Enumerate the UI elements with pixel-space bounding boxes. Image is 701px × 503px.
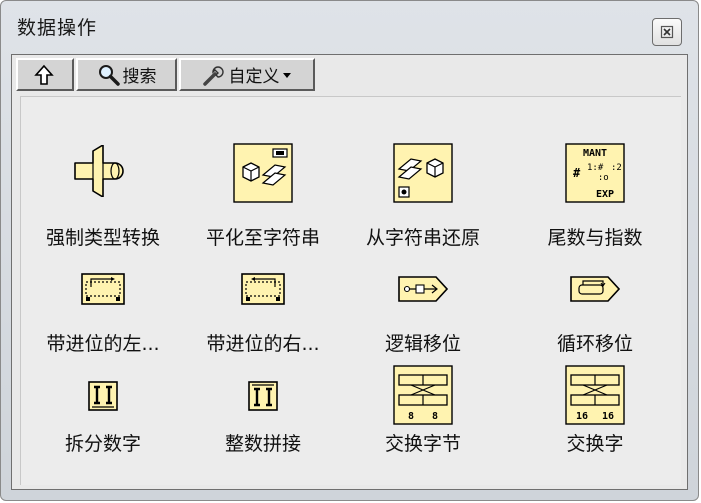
item-label: 循环移位	[556, 333, 633, 355]
svg-text::o: :o	[587, 173, 609, 183]
item-label: 带进位的右...	[206, 333, 320, 355]
close-icon	[660, 25, 674, 39]
item-label: 逻辑移位	[384, 333, 461, 355]
logical-shift-icon	[398, 276, 448, 302]
wrench-icon	[202, 65, 224, 86]
rotate-right-with-carry-icon	[241, 273, 285, 305]
palette-toolbar: 搜索 自定义	[16, 58, 315, 92]
mantissa-exponent-icon: MANT # 1:# :o :2 EXP	[565, 143, 625, 203]
palette-window: 数据操作 搜索 自定义 强制类型转换 平化至字符串 从字符串还原 MANT # …	[0, 0, 699, 501]
exp-text: EXP	[596, 189, 614, 200]
window-title: 数据操作	[17, 17, 98, 39]
item-label: 交换字	[566, 433, 624, 455]
customize-button[interactable]: 自定义	[179, 58, 315, 91]
swap-words-left-text: 16	[576, 411, 588, 422]
item-label: 整数拼接	[224, 433, 301, 455]
mant-text: MANT	[583, 148, 607, 159]
svg-text:1:#: 1:#	[587, 163, 604, 173]
up-button[interactable]	[16, 58, 74, 91]
svg-text:#: #	[573, 166, 581, 180]
search-button[interactable]: 搜索	[76, 58, 177, 91]
title-bar[interactable]: 数据操作	[1, 1, 698, 49]
item-label: 平化至字符串	[205, 227, 320, 249]
type-cast-icon	[74, 145, 124, 197]
search-icon	[98, 64, 120, 86]
palette-items-area: 强制类型转换 平化至字符串 从字符串还原 MANT # 1:#:o:2 EX…	[20, 96, 681, 485]
swap-bytes-right-text: 8	[432, 411, 438, 422]
swap-words-right-text: 16	[602, 411, 614, 422]
item-label: 尾数与指数	[547, 227, 643, 249]
close-button[interactable]	[652, 18, 682, 46]
join-numbers-icon	[248, 381, 278, 411]
item-label: 带进位的左...	[46, 333, 160, 355]
customize-button-label: 自定义	[228, 67, 280, 87]
search-button-label: 搜索	[122, 67, 157, 87]
swap-bytes-left-text: 8	[408, 411, 414, 422]
split-number-icon	[88, 381, 118, 411]
svg-text::2: :2	[611, 163, 622, 173]
item-label: 交换字节	[384, 433, 461, 455]
flatten-to-string-icon	[233, 143, 293, 203]
up-arrow-icon	[34, 64, 54, 85]
rotate-left-with-carry-icon	[81, 273, 125, 305]
swap-words-icon: 16 16	[565, 365, 625, 425]
item-label: 拆分数字	[64, 433, 141, 455]
item-label: 从字符串还原	[365, 227, 480, 249]
item-label: 强制类型转换	[45, 227, 160, 249]
swap-bytes-icon: 8 8	[393, 365, 453, 425]
functions-palette: 搜索 自定义 强制类型转换 平化至字符串 从字符串还原 MANT # 1:#:…	[11, 54, 688, 490]
rotate-icon	[570, 276, 620, 302]
dropdown-triangle-icon	[282, 72, 291, 78]
unflatten-from-string-icon	[393, 143, 453, 203]
